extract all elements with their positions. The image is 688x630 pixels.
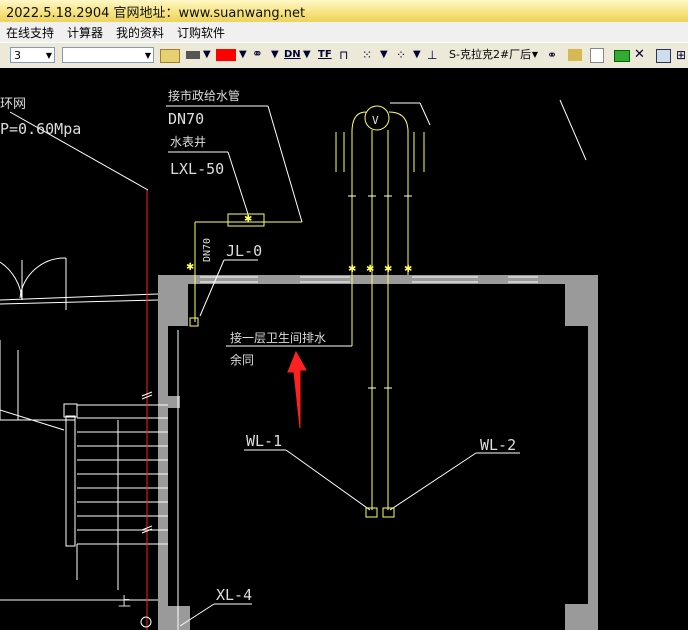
svg-text:✱: ✱ [366,264,374,275]
folder-icon[interactable] [568,49,582,61]
ring-label: 环网 [0,97,26,112]
menu-online-support[interactable]: 在线支持 [6,24,54,41]
ruler-icon[interactable] [614,50,630,62]
door-arcs [0,257,159,421]
connect-label: 接市政给水管 [168,88,240,103]
style-icon[interactable]: ⊥ [427,47,437,63]
svg-text:✱: ✱ [244,214,252,225]
v-label: V [372,114,379,127]
drain-note-1: 接一层卫生间排水 [230,330,326,345]
pipe-ticks [348,195,412,389]
tools-icon[interactable]: ✕ [634,47,645,63]
pipe-fittings: ✱ ✱ ✱ ✱ ✱ ✱ [186,214,412,275]
menu-calculator[interactable]: 计算器 [67,24,103,41]
xl4-label: XL-4 [216,586,252,604]
chevron-down-icon[interactable]: ▼ [303,47,311,63]
toolbar: 3 ▼ ▼ ▼ ▼ ⚭ ▼ DN ▼ TF ⊓ ⁙ ▼ ⁘ ▼ ⊥ S-克拉克2#… [0,42,688,70]
grid-dots-icon[interactable]: ⁙ [362,47,372,63]
pipes [189,105,425,518]
drawing-canvas[interactable]: ✱ ✱ ✱ ✱ ✱ ✱ 环网 P=0.60Mpa 接市政给水管 DN70 水表井 LXL… [0,68,688,630]
document-icon[interactable] [590,48,604,63]
wl2-label: WL-2 [480,436,516,454]
drain-note-2: 余同 [230,352,254,367]
linetype-combo[interactable]: ▼ [62,47,154,63]
chevron-down-icon: ▼ [144,51,151,60]
table-icon[interactable] [656,49,671,63]
valve-icon[interactable]: ⊓ [339,47,348,63]
pressure-label: P=0.60Mpa [0,120,81,138]
chevron-down-icon[interactable]: ▼ [203,47,211,63]
tf-button[interactable]: TF [318,47,332,63]
wl1-label: WL-1 [246,432,282,450]
svg-text:✱: ✱ [384,264,392,275]
svg-text:✱: ✱ [404,264,412,275]
layer-value: 3 [14,49,21,62]
binoculars-icon[interactable]: ⚭ [547,47,557,63]
layer-icon[interactable] [160,49,180,63]
dn70-vertical-label: DN70 [202,238,213,262]
dn70-top-label: DN70 [168,110,204,128]
layer-combo[interactable]: 3 ▼ [10,47,55,63]
chevron-down-icon[interactable]: ▼ [239,47,247,63]
array-icon[interactable]: ⁘ [396,47,406,63]
chevron-down-icon: ▼ [531,50,538,59]
red-arrow-annotation [287,350,307,429]
menu-bar: 在线支持 计算器 我的资料 订购软件 [0,22,688,42]
more-icon[interactable]: ⊞ [676,47,686,63]
menu-order-software[interactable]: 订购软件 [177,24,225,41]
jl-label: JL-0 [226,242,262,260]
pipe-fitting-icon[interactable]: ⚭ [252,47,263,63]
svg-text:✱: ✱ [186,262,194,273]
svg-text:✱: ✱ [348,264,356,275]
chevron-down-icon[interactable]: ▼ [380,47,388,63]
cad-drawing[interactable]: ✱ ✱ ✱ ✱ ✱ ✱ 环网 P=0.60Mpa 接市政给水管 DN70 水表井 LXL… [0,68,688,630]
color-swatch[interactable] [216,49,236,61]
text-style-value: S-克拉克2#厂后 [449,48,532,61]
chevron-down-icon[interactable]: ▼ [271,47,279,63]
lxl-label: LXL-50 [170,160,224,178]
title-bar: 2022.5.18.2904 官网地址：www.suanwang.net [0,0,688,23]
window-title: 2022.5.18.2904 官网地址：www.suanwang.net [6,6,306,21]
dn-button[interactable]: DN [284,47,301,63]
chevron-down-icon[interactable]: ▼ [413,47,421,63]
well-label: 水表井 [170,135,206,149]
menu-my-profile[interactable]: 我的资料 [116,24,164,41]
up-label: 上 [118,595,131,610]
building-walls [158,275,598,630]
staircase [0,330,179,630]
text-style-combo[interactable]: S-克拉克2#厂后 ▼ [446,47,540,63]
chevron-down-icon: ▼ [45,51,52,60]
lineweight-icon[interactable] [186,51,200,59]
